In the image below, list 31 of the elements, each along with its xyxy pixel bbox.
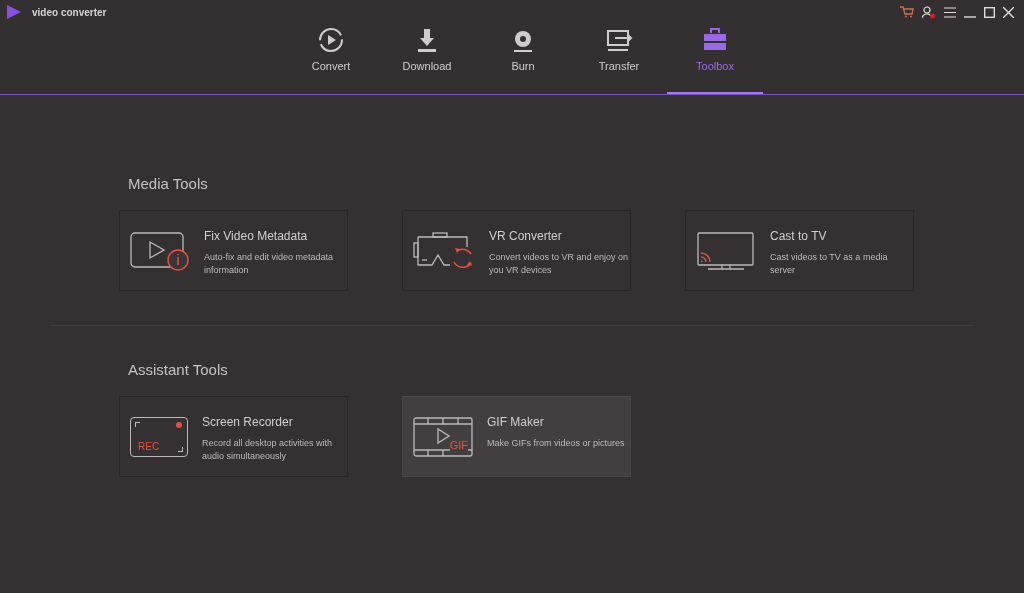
menu-icon[interactable]	[944, 6, 956, 18]
tool-title: GIF Maker	[487, 414, 545, 431]
tool-card[interactable]: Fix Video Metadata Auto-fix and edit video metadata information	[119, 210, 348, 291]
cart-icon[interactable]	[900, 6, 914, 18]
convert-icon	[317, 26, 345, 54]
tool-description: Convert videos to VR and enjoy on you VR devices	[489, 251, 629, 277]
tv-cast-icon	[696, 231, 756, 271]
close-icon[interactable]	[1003, 6, 1014, 18]
tool-card[interactable]: GIF GIF Maker Make GIFs from videos or pictures	[402, 396, 631, 477]
nav-tab[interactable]: Transfer	[571, 24, 667, 95]
tool-description: Auto-fix and edit video metadata information	[204, 251, 335, 277]
section-heading: Media Tools	[128, 175, 208, 192]
user-icon[interactable]	[922, 5, 936, 19]
tool-title: Fix Video Metadata	[204, 228, 309, 245]
tool-card[interactable]: REC Screen Recorder Record all desktop activities with audio simultaneously	[119, 396, 348, 477]
app-title: video converter	[32, 5, 107, 20]
tool-title: Cast to TV	[770, 228, 828, 245]
video-info-icon	[130, 231, 190, 271]
tool-description: Make GIFs from videos or pictures	[487, 437, 626, 450]
section-heading: Assistant Tools	[128, 361, 228, 378]
tool-title: VR Converter	[489, 228, 563, 245]
tool-card[interactable]: VR Converter Convert videos to VR and enjoy on you VR devices	[402, 210, 631, 291]
tool-card[interactable]: Cast to TV Cast videos to TV as a media server	[685, 210, 914, 291]
nav-tab[interactable]: Download	[379, 24, 475, 95]
screen-record-icon: REC	[130, 417, 188, 457]
maximize-icon[interactable]	[984, 6, 995, 18]
gif-film-icon: GIF	[413, 417, 473, 457]
tool-title: Screen Recorder	[202, 414, 294, 431]
nav-tab[interactable]: Convert	[283, 24, 379, 95]
tool-description: Record all desktop activities with audio simultaneously	[202, 437, 334, 463]
tool-description: Cast videos to TV as a media server	[770, 251, 889, 277]
